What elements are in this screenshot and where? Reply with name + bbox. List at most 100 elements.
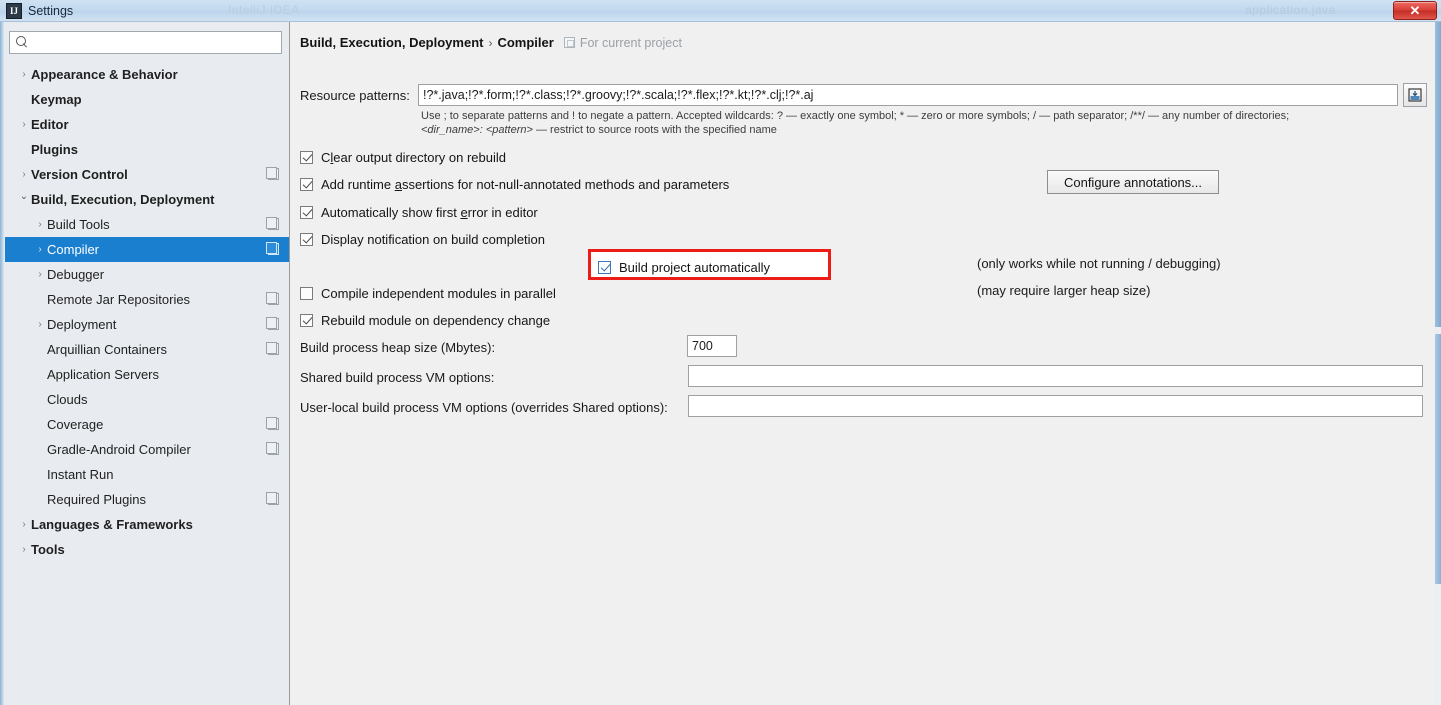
sidebar-item-editor[interactable]: › Editor [5, 112, 289, 137]
scope-label: For current project [579, 35, 682, 50]
sidebar-item-compiler[interactable]: › Compiler [5, 237, 289, 262]
copy-settings-icon[interactable] [266, 492, 279, 505]
sidebar-item-label: Required Plugins [47, 492, 147, 507]
breadcrumb-root[interactable]: Build, Execution, Deployment [300, 35, 483, 50]
sidebar-item-tools[interactable]: › Tools [5, 537, 289, 562]
sidebar-item-debugger[interactable]: › Debugger [5, 262, 289, 287]
sidebar-item-label: Arquillian Containers [47, 342, 167, 357]
chevron-right-icon[interactable]: › [17, 169, 31, 180]
sidebar-item-required-plugins[interactable]: Required Plugins [5, 487, 289, 512]
checkbox-display-notification-on-build-completion[interactable]: Display notification on build completion [300, 229, 545, 249]
copy-settings-icon[interactable] [266, 342, 279, 355]
vertical-scrollbar[interactable] [1435, 22, 1441, 705]
sidebar-item-label: Remote Jar Repositories [47, 292, 191, 307]
sidebar-item-label: Tools [31, 542, 65, 557]
resource-patterns-hint: Use ; to separate patterns and ! to nega… [421, 109, 1421, 137]
checkbox-box-icon[interactable] [300, 205, 313, 219]
sidebar-item-label: Debugger [47, 267, 105, 282]
copy-settings-icon[interactable] [266, 292, 279, 305]
sidebar-item-coverage[interactable]: Coverage [5, 412, 289, 437]
sidebar-item-label: Appearance & Behavior [31, 67, 178, 82]
note-parallel-heap: (may require larger heap size) [977, 283, 1151, 298]
copy-settings-icon[interactable] [266, 167, 279, 180]
sidebar-item-clouds[interactable]: Clouds [5, 387, 289, 412]
sidebar-item-remote-jar-repositories[interactable]: Remote Jar Repositories [5, 287, 289, 312]
checkbox-add-runtime-assertions-for-not-null-annotated-methods-and-parameters[interactable]: Add runtime assertions for not-null-anno… [300, 174, 729, 194]
scrollbar-thumb-lower[interactable] [1435, 334, 1441, 584]
heap-size-input[interactable] [687, 335, 737, 357]
checkbox-box-icon[interactable] [300, 177, 313, 191]
sidebar-item-keymap[interactable]: Keymap [5, 87, 289, 112]
chevron-right-icon[interactable]: › [33, 244, 47, 255]
search-icon [16, 36, 29, 49]
hint-line-1: Use ; to separate patterns and ! to nega… [421, 110, 1290, 122]
hint-pattern-syntax: <dir_name>: <pattern> [421, 124, 533, 136]
checkbox-box-icon[interactable] [300, 286, 313, 300]
settings-search-box[interactable] [9, 31, 282, 54]
chevron-right-icon[interactable]: › [33, 219, 47, 230]
sidebar-item-label: Instant Run [47, 467, 114, 482]
sidebar-item-label: Gradle-Android Compiler [47, 442, 191, 457]
close-window-button[interactable]: ✕ [1393, 1, 1437, 20]
copy-settings-icon[interactable] [266, 442, 279, 455]
copy-settings-icon[interactable] [266, 417, 279, 430]
checkbox-box-icon[interactable] [300, 150, 313, 164]
checkbox-automatically-show-first-error-in-editor[interactable]: Automatically show first error in editor [300, 202, 538, 222]
checkbox-build-project-automatically[interactable]: Build project automatically [598, 257, 770, 277]
window-titlebar: IJ Settings IntelliJ IDEA application.ja… [0, 0, 1441, 22]
expand-editor-icon[interactable] [1403, 83, 1427, 107]
chevron-right-icon[interactable]: › [17, 69, 31, 80]
chevron-right-icon[interactable]: › [17, 544, 31, 555]
settings-sidebar: › Appearance & Behavior Keymap › Editor Plugi… [0, 22, 290, 705]
copy-settings-icon[interactable] [266, 317, 279, 330]
sidebar-item-label: Editor [31, 117, 69, 132]
sidebar-item-plugins[interactable]: Plugins [5, 137, 289, 162]
search-input[interactable] [34, 34, 281, 51]
user-local-vm-options-label: User-local build process VM options (ove… [300, 400, 668, 415]
sidebar-item-deployment[interactable]: › Deployment [5, 312, 289, 337]
configure-annotations-button[interactable]: Configure annotations... [1047, 170, 1219, 194]
sidebar-item-appearance-behavior[interactable]: › Appearance & Behavior [5, 62, 289, 87]
sidebar-item-arquillian-containers[interactable]: Arquillian Containers [5, 337, 289, 362]
checkbox-compile-independent-modules-in-parallel[interactable]: Compile independent modules in parallel [300, 283, 556, 303]
sidebar-item-languages-frameworks[interactable]: › Languages & Frameworks [5, 512, 289, 537]
app-logo-icon: IJ [6, 2, 22, 19]
chevron-right-icon[interactable]: › [17, 119, 31, 130]
settings-tree: › Appearance & Behavior Keymap › Editor Plugi… [5, 62, 289, 562]
chevron-right-icon[interactable]: › [33, 319, 47, 330]
checkbox-label: Rebuild module on dependency change [321, 312, 551, 328]
checkbox-box-icon[interactable] [300, 232, 313, 246]
sidebar-item-version-control[interactable]: › Version Control [5, 162, 289, 187]
chevron-down-icon[interactable]: ⌄ [17, 191, 31, 202]
titlebar-background-text-right: application.java [1245, 3, 1336, 17]
sidebar-item-build-tools[interactable]: › Build Tools [5, 212, 289, 237]
scrollbar-thumb-upper[interactable] [1435, 22, 1441, 327]
hint-pattern-desc: — restrict to source roots with the spec… [532, 124, 777, 136]
checkbox-rebuild-module-on-dependency-change[interactable]: Rebuild module on dependency change [300, 310, 550, 330]
checkbox-box-icon[interactable] [598, 260, 611, 274]
user-local-vm-options-input[interactable] [688, 395, 1423, 417]
shared-vm-options-input[interactable] [688, 365, 1423, 387]
titlebar-background-text-left: IntelliJ IDEA [228, 3, 300, 17]
breadcrumb-leaf: Compiler [497, 35, 554, 50]
build-project-automatically-highlight: Build project automatically [588, 249, 831, 280]
sidebar-item-instant-run[interactable]: Instant Run [5, 462, 289, 487]
checkbox-label: Display notification on build completion [321, 231, 546, 247]
window-title: Settings [28, 3, 74, 18]
sidebar-item-label: Version Control [31, 167, 128, 182]
resource-patterns-input[interactable] [418, 84, 1398, 106]
checkbox-clear-output-directory-on-rebuild[interactable]: Clear output directory on rebuild [300, 147, 506, 167]
hint-line-2: <dir_name>: <pattern> — restrict to sour… [421, 123, 1421, 137]
chevron-right-icon[interactable]: › [33, 269, 47, 280]
copy-settings-icon[interactable] [266, 217, 279, 230]
sidebar-item-build-execution-deployment[interactable]: ⌄ Build, Execution, Deployment [5, 187, 289, 212]
breadcrumb-separator-icon: › [488, 35, 493, 50]
checkbox-box-icon[interactable] [300, 313, 313, 327]
checkbox-label: Automatically show first error in editor [321, 204, 538, 220]
sidebar-item-gradle-android-compiler[interactable]: Gradle-Android Compiler [5, 437, 289, 462]
sidebar-item-application-servers[interactable]: Application Servers [5, 362, 289, 387]
chevron-right-icon[interactable]: › [17, 519, 31, 530]
copy-settings-icon[interactable] [266, 242, 279, 255]
shared-vm-options-label: Shared build process VM options: [300, 370, 495, 385]
checkbox-label: Add runtime assertions for not-null-anno… [321, 176, 730, 192]
